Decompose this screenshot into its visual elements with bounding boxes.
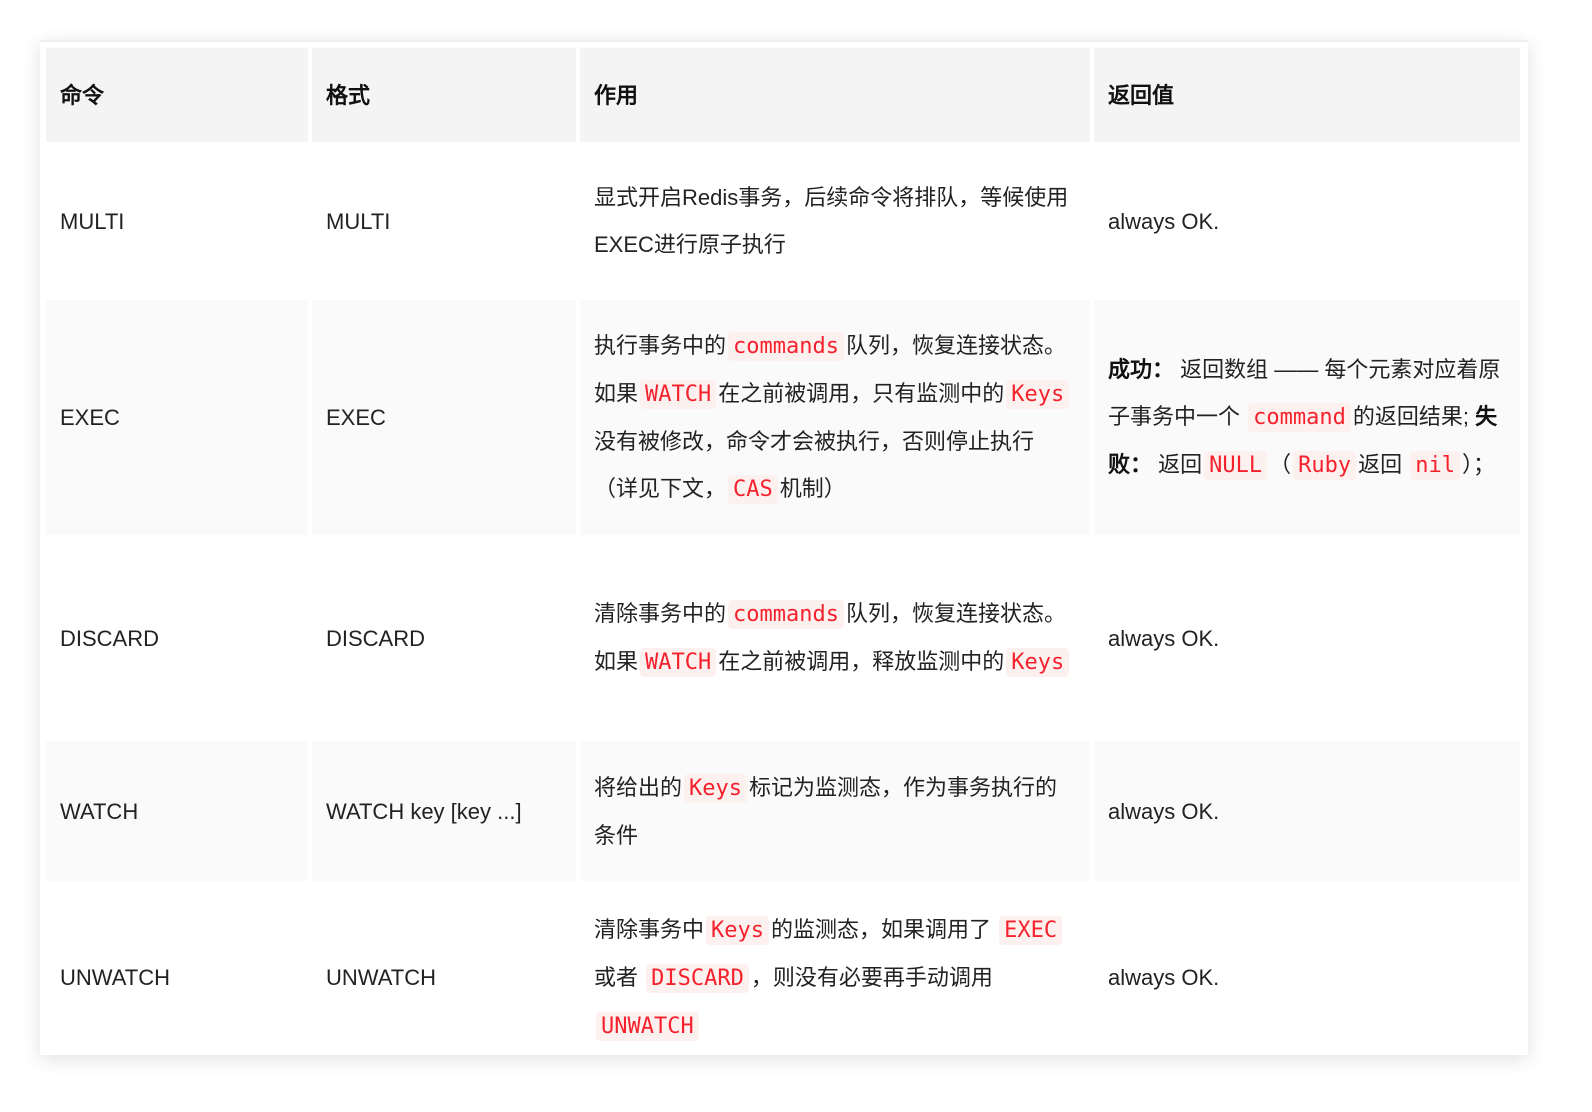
inline-code: Keys (706, 915, 769, 945)
bold-label: 成功： (1108, 357, 1175, 382)
effect-cell: 显式开启Redis事务，后续命令将排队，等候使用EXEC进行原子执行 (580, 146, 1090, 296)
table-row: UNWATCH UNWATCH 清除事务中 Keys 的监测态，如果调用了 EXEC 或者… (46, 885, 1520, 1070)
inline-code: Ruby (1293, 451, 1357, 480)
inline-code: CAS (728, 475, 778, 504)
header-command: 命令 (46, 48, 308, 142)
header-return-value: 返回值 (1094, 48, 1520, 142)
text-segment: 清除事务中 (594, 916, 705, 942)
effect-cell: 清除事务中的 commands 队列，恢复连接状态。如果 WATCH 在之前被调用，释放… (580, 539, 1090, 737)
header-format: 格式 (312, 48, 576, 142)
header-effect: 作用 (580, 48, 1090, 142)
text-segment: always OK. (1108, 625, 1220, 651)
format-cell: MULTI (326, 208, 391, 234)
inline-code: command (1248, 403, 1351, 432)
text-segment: 清除事务中的 (594, 601, 727, 626)
text-segment: 显式开启Redis事务，后续命令将排队，等候使用EXEC进行原子执行 (594, 185, 1069, 257)
text-segment: always OK. (1108, 798, 1220, 824)
text-segment: 机制） (779, 476, 846, 501)
text-segment: always OK. (1108, 965, 1220, 990)
inline-code: commands (728, 600, 844, 629)
inline-code: nil (1410, 451, 1460, 480)
command-cell: UNWATCH (60, 965, 170, 990)
inline-code: Keys (1006, 648, 1070, 677)
format-cell: UNWATCH (326, 965, 436, 990)
text-segment: ，则没有必要再手动调用 (750, 964, 993, 990)
return-value-cell: always OK. (1094, 539, 1520, 737)
inline-code: EXEC (999, 915, 1063, 945)
text-segment: 返回 (1152, 452, 1203, 477)
table-row: MULTI MULTI 显式开启Redis事务，后续命令将排队，等候使用EXEC进行… (46, 146, 1520, 296)
inline-code: UNWATCH (596, 1011, 699, 1041)
command-cell: WATCH (46, 741, 308, 881)
return-value-cell: 成功： 返回数组 —— 每个元素对应着原子事务中一个 command 的返回结果;… (1094, 300, 1520, 535)
text-segment: 或者 (594, 964, 645, 990)
text-segment: ）； (1462, 452, 1496, 477)
format-cell: EXEC (312, 300, 576, 535)
text-segment: 的返回结果; (1352, 404, 1476, 429)
format-cell: WATCH key [key ...] (312, 741, 576, 881)
table-body: MULTI MULTI 显式开启Redis事务，后续命令将排队，等候使用EXEC进行… (46, 146, 1520, 1070)
effect-cell: 执行事务中的 commands 队列，恢复连接状态。如果 WATCH 在之前被调用，只有… (580, 300, 1090, 535)
commands-table-card: 命令 格式 作用 返回值 MULTI MULTI 显式开启Redis事务，后续命令将… (40, 40, 1528, 1055)
return-value-cell: always OK. (1094, 146, 1520, 296)
inline-code: NULL (1204, 451, 1268, 480)
text-segment: 执行事务中的 (594, 333, 727, 358)
inline-code: Keys (684, 773, 747, 803)
inline-code: WATCH (640, 380, 717, 409)
text-segment: 在之前被调用，释放监测中的 (718, 649, 1005, 674)
table-row: DISCARD DISCARD 清除事务中的 commands 队列，恢复连接状态。如果… (46, 539, 1520, 737)
inline-code: DISCARD (646, 963, 749, 993)
inline-code: WATCH (640, 648, 717, 677)
table-row: EXEC EXEC 执行事务中的 commands 队列，恢复连接状态。如果 WATCH 在… (46, 300, 1520, 535)
inline-code: commands (728, 332, 844, 361)
text-segment: always OK. (1108, 208, 1220, 234)
command-cell: MULTI (60, 208, 125, 234)
redis-transaction-commands-table: 命令 格式 作用 返回值 MULTI MULTI 显式开启Redis事务，后续命令将… (42, 44, 1524, 1074)
text-segment: 的监测态，如果调用了 (771, 916, 998, 942)
text-segment: 将给出的 (594, 774, 683, 800)
effect-cell: 清除事务中 Keys 的监测态，如果调用了 EXEC 或者 DISCARD ，则没有必要… (580, 885, 1090, 1070)
text-segment: （ (1269, 452, 1292, 477)
return-value-cell: always OK. (1094, 885, 1520, 1070)
text-segment: 在之前被调用，只有监测中的 (718, 381, 1005, 406)
command-cell: EXEC (46, 300, 308, 535)
effect-cell: 将给出的 Keys 标记为监测态，作为事务执行的条件 (580, 741, 1090, 881)
table-row: WATCH WATCH key [key ...] 将给出的 Keys 标记为监测态，作… (46, 741, 1520, 881)
text-segment: 返回 (1358, 452, 1409, 477)
return-value-cell: always OK. (1094, 741, 1520, 881)
inline-code: Keys (1006, 380, 1070, 409)
table-header-row: 命令 格式 作用 返回值 (46, 48, 1520, 142)
command-cell: DISCARD (60, 625, 160, 651)
format-cell: DISCARD (326, 625, 426, 651)
